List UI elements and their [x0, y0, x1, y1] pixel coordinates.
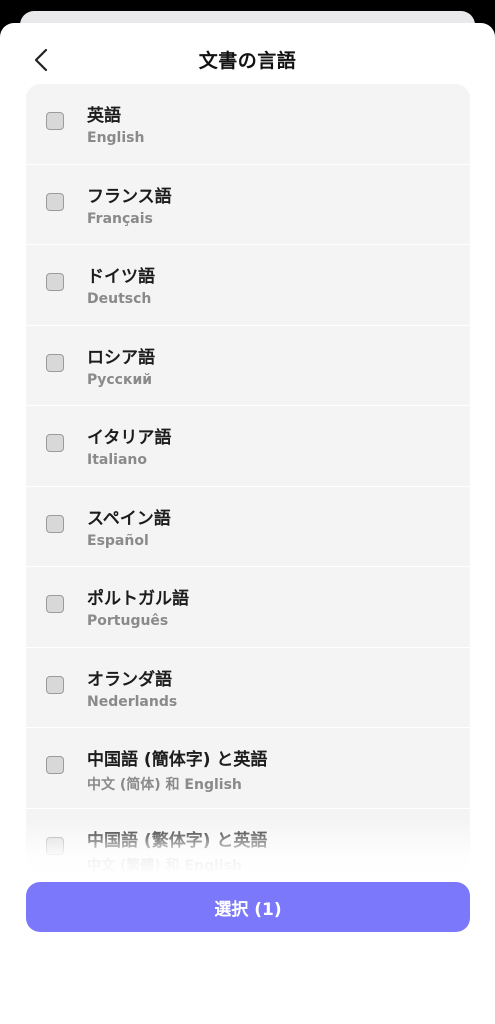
language-native-name: Français	[87, 210, 153, 227]
language-native-name: Español	[87, 532, 149, 549]
language-list[interactable]: 英語 English フランス語 Français ドイツ語 Deutsch ロ…	[26, 84, 470, 874]
language-native-name: Italiano	[87, 452, 147, 468]
language-name: ドイツ語	[87, 267, 155, 287]
list-item-french[interactable]: フランス語 Français	[26, 165, 470, 245]
language-name: 中国語 (繁体字) と英語	[87, 830, 268, 851]
list-item-chinese-traditional-english[interactable]: 中国語 (繁体字) と英語 中文 (繁體) 和 English	[26, 809, 470, 875]
language-native-name: English	[87, 130, 145, 146]
list-item-spanish[interactable]: スペイン語 Español	[26, 487, 470, 567]
language-native-name: Nederlands	[87, 693, 178, 710]
list-item-italian[interactable]: イタリア語 Italiano	[26, 406, 470, 487]
select-button[interactable]: 選択 (1)	[26, 882, 470, 932]
language-name: 英語	[87, 106, 121, 126]
list-item-chinese-simplified-english[interactable]: 中国語 (簡体字) と英語 中文 (简体) 和 English	[26, 728, 470, 809]
language-native-name: Português	[87, 613, 169, 629]
checkbox[interactable]	[46, 434, 64, 452]
checkbox[interactable]	[46, 836, 64, 855]
checkbox[interactable]	[46, 353, 64, 372]
language-native-name: Русский	[87, 371, 153, 388]
page-title: 文書の言語	[198, 50, 297, 72]
language-name: 中国語 (簡体字) と英語	[87, 750, 268, 770]
checkbox[interactable]	[46, 112, 64, 130]
list-item-german[interactable]: ドイツ語 Deutsch	[26, 245, 470, 326]
checkbox[interactable]	[46, 595, 64, 613]
list-item-english[interactable]: 英語 English	[26, 84, 470, 165]
language-native-name: 中文 (繁體) 和 English	[87, 857, 242, 874]
language-name: オランダ語	[87, 669, 172, 690]
list-item-portuguese[interactable]: ポルトガル語 Português	[26, 567, 470, 648]
checkbox[interactable]	[46, 756, 64, 774]
checkbox[interactable]	[46, 514, 64, 533]
language-name: フランス語	[87, 186, 172, 207]
checkbox[interactable]	[46, 192, 64, 211]
list-item-dutch[interactable]: オランダ語 Nederlands	[26, 648, 470, 728]
language-native-name: Deutsch	[87, 291, 152, 307]
list-item-russian[interactable]: ロシア語 Русский	[26, 326, 470, 406]
language-name: ポルトガル語	[87, 589, 189, 609]
checkbox[interactable]	[46, 675, 64, 694]
language-native-name: 中文 (简体) 和 English	[87, 777, 242, 793]
language-name: イタリア語	[87, 428, 172, 448]
language-name: スペイン語	[87, 508, 171, 529]
language-name: ロシア語	[87, 347, 155, 368]
checkbox[interactable]	[46, 273, 64, 291]
